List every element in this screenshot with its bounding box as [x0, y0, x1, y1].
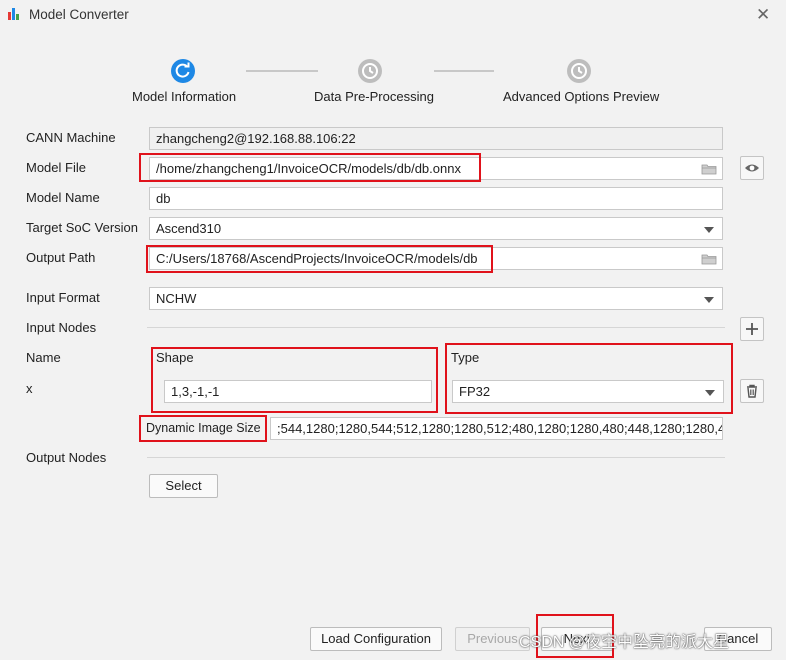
model-file-highlight: [139, 153, 481, 182]
step-3-clock-icon: [567, 59, 591, 83]
target-soc-label: Target SoC Version: [26, 220, 139, 235]
shape-highlight: [151, 347, 438, 413]
input-nodes-divider: [147, 327, 725, 328]
add-input-node-button[interactable]: [740, 317, 764, 341]
app-logo-icon: [8, 8, 22, 20]
cann-machine-field: zhangcheng2@192.168.88.106:22: [149, 127, 723, 150]
dynamic-image-size-highlight: [139, 415, 267, 442]
step-connector: [434, 70, 494, 72]
type-highlight: [445, 343, 733, 414]
step-label-advanced-options[interactable]: Advanced Options: [503, 89, 609, 104]
input-format-select[interactable]: NCHW: [149, 287, 723, 310]
step-1-refresh-icon: [171, 59, 195, 83]
step-label-model-information[interactable]: Model Information: [132, 89, 236, 104]
folder-icon[interactable]: [701, 253, 717, 265]
model-name-input[interactable]: db: [149, 187, 723, 210]
chevron-down-icon: [704, 297, 714, 303]
node-name: x: [26, 381, 33, 396]
step-label-data-preprocessing[interactable]: Data Pre-Processing: [314, 89, 434, 104]
delete-node-button[interactable]: [740, 379, 764, 403]
dynamic-image-size-input[interactable]: ;544,1280;1280,544;512,1280;1280,512;480…: [270, 417, 723, 440]
model-file-label: Model File: [26, 160, 86, 175]
step-2-clock-icon: [358, 59, 382, 83]
input-format-value: NCHW: [156, 291, 197, 306]
csdn-watermark: CSDN @夜空中坠亮的派大星: [519, 634, 730, 651]
close-icon[interactable]: ✕: [756, 5, 770, 25]
select-output-nodes-button[interactable]: Select: [149, 474, 218, 498]
step-connector: [246, 70, 318, 72]
window-title: Model Converter: [29, 7, 129, 22]
cann-machine-label: CANN Machine: [26, 130, 116, 145]
output-path-highlight: [146, 245, 493, 273]
target-soc-select[interactable]: Ascend310: [149, 217, 723, 240]
input-nodes-label: Input Nodes: [26, 320, 97, 335]
plus-icon: [746, 323, 758, 335]
model-name-label: Model Name: [26, 190, 100, 205]
trash-icon: [747, 384, 757, 398]
name-column-header: Name: [26, 350, 61, 365]
input-format-label: Input Format: [26, 290, 100, 305]
folder-icon[interactable]: [701, 163, 717, 175]
output-nodes-divider: [147, 457, 725, 458]
target-soc-value: Ascend310: [156, 221, 222, 236]
eye-button[interactable]: [740, 156, 764, 180]
load-configuration-button[interactable]: Load Configuration: [310, 627, 442, 651]
eye-icon: [745, 164, 759, 172]
output-nodes-label: Output Nodes: [26, 450, 107, 465]
chevron-down-icon: [704, 227, 714, 233]
output-path-label: Output Path: [26, 250, 96, 265]
step-label-preview[interactable]: Preview: [613, 89, 659, 104]
